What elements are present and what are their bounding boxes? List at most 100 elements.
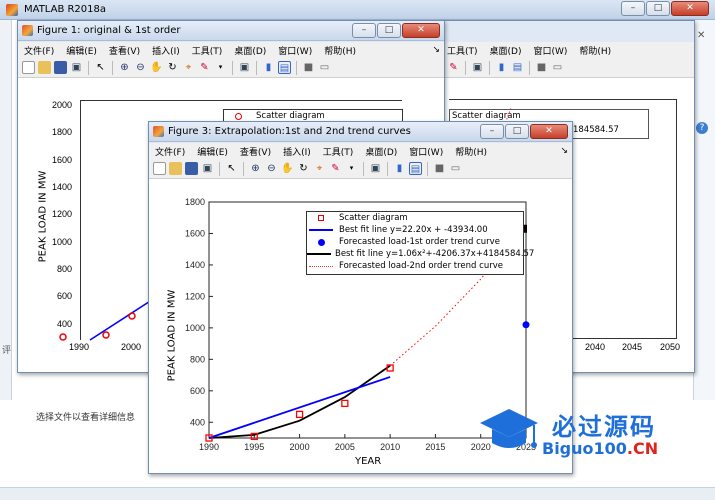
- fig3-y-tick-label: 1400: [185, 260, 205, 270]
- fig3-x-tick-label: 2015: [425, 442, 445, 452]
- fig2-brush-icon[interactable]: ✎: [447, 61, 460, 74]
- fig2-legend-icon[interactable]: ▤: [511, 61, 524, 74]
- fig3-legend-row-scatter: Scatter diagram: [307, 212, 523, 224]
- legend-icon[interactable]: ▤: [278, 61, 291, 74]
- red-dotted-line-icon: [307, 265, 335, 267]
- fig2-menu-tools[interactable]: 工具(T): [441, 44, 484, 57]
- watermark-en: Biguo100.CN: [542, 439, 658, 458]
- fig2-dock-icon[interactable]: ▭: [551, 61, 564, 74]
- zoom-in-icon[interactable]: ⊕: [118, 61, 131, 74]
- fig3-forecast-1st-order-point: [522, 321, 530, 329]
- fig1-toolbar-separator-5: [296, 60, 297, 75]
- main-right-strip: [693, 20, 715, 400]
- fig1-maximize-button[interactable]: □: [377, 23, 401, 38]
- status-text: 选择文件以查看详细信息: [36, 413, 136, 423]
- main-maximize-button[interactable]: □: [646, 1, 670, 16]
- fig1-menubar: 文件(F) 编辑(E) 查看(V) 插入(I) 工具(T) 桌面(D) 窗口(W…: [18, 42, 444, 58]
- fig3-first-order-fit-line: [208, 376, 391, 439]
- fig3-legend-label: Best fit line y=1.06x²+-4206.37x+4184584…: [335, 249, 535, 259]
- pointer-icon[interactable]: ↖: [94, 61, 107, 74]
- main-close-button[interactable]: ✕: [671, 1, 709, 16]
- figure-icon: [22, 25, 33, 36]
- fig3-second-order-fit-line: [208, 364, 391, 439]
- fig3-legend-label: Best fit line y=22.20x + -43934.00: [339, 225, 488, 235]
- fig2-toolbar: ✎ ▣ ▮ ▤ ■ ▭: [441, 58, 694, 78]
- fig1-menu-file[interactable]: 文件(F): [18, 44, 60, 57]
- fig2-menu-window[interactable]: 窗口(W): [527, 44, 573, 57]
- data-cursor-icon[interactable]: ⌖: [182, 61, 195, 74]
- hide-tools-icon[interactable]: ■: [302, 61, 315, 74]
- watermark-en-main: Biguo100: [542, 439, 627, 458]
- fig3-x-tick-label: 1995: [244, 442, 264, 452]
- brush-dropdown-icon[interactable]: ▾: [214, 61, 227, 74]
- print-icon[interactable]: ▣: [70, 61, 83, 74]
- main-window-buttons: – □ ✕: [621, 1, 709, 16]
- zoom-out-icon[interactable]: ⊖: [134, 61, 147, 74]
- matlab-logo-icon: [6, 3, 18, 16]
- fig2-menu-help[interactable]: 帮助(H): [573, 44, 617, 57]
- main-right-close-icon[interactable]: ✕: [697, 30, 705, 41]
- fig1-toolbar: ▣ ↖ ⊕ ⊖ ✋ ↻ ⌖ ✎ ▾ ▣ ▮ ▤ ■ ▭: [18, 58, 444, 78]
- fig2-menu-desktop[interactable]: 桌面(D): [484, 44, 528, 57]
- watermark: 必过源码 Biguo100.CN: [478, 405, 710, 467]
- fig1-title: Figure 1: original & 1st order: [37, 25, 181, 36]
- main-titlebar: MATLAB R2018a: [0, 0, 715, 20]
- fig3-legend-label: Scatter diagram: [339, 213, 408, 223]
- fig3-y-tick-label: 1800: [185, 197, 205, 207]
- fig1-window-buttons: – □ ✕: [352, 23, 440, 38]
- fig3-legend-row-first-order: Best fit line y=22.20x + -43934.00: [307, 224, 523, 236]
- open-file-icon[interactable]: [38, 61, 51, 74]
- fig3-x-tick-label: 1990: [199, 442, 219, 452]
- fig3-x-tick-label: 2000: [290, 442, 310, 452]
- main-left-label-1: 评: [2, 346, 12, 356]
- black-line-icon: [307, 253, 331, 255]
- fig3-y-tick-label: 400: [190, 417, 205, 427]
- fig1-dock-arrow-icon[interactable]: ↘: [426, 45, 444, 55]
- fig1-menu-tools[interactable]: 工具(T): [186, 44, 229, 57]
- brush-icon[interactable]: ✎: [198, 61, 211, 74]
- fig1-menu-help[interactable]: 帮助(H): [318, 44, 362, 57]
- fig1-menu-insert[interactable]: 插入(I): [146, 44, 186, 57]
- fig1-toolbar-separator-4: [256, 60, 257, 75]
- main-window-title: MATLAB R2018a: [24, 4, 107, 15]
- fig2-colorbar-icon[interactable]: ▮: [495, 61, 508, 74]
- fig3-x-tick-label: 2010: [380, 442, 400, 452]
- fig1-toolbar-separator: [88, 60, 89, 75]
- main-bottom-bar: [0, 487, 715, 500]
- fig2-toolbar-separator-2: [489, 60, 490, 75]
- link-plot-icon[interactable]: ▣: [238, 61, 251, 74]
- fig1-menu-edit[interactable]: 编辑(E): [60, 44, 103, 57]
- fig3-y-tick-label: 1000: [185, 323, 205, 333]
- fig3-scatter-point: [341, 399, 349, 408]
- fig1-toolbar-separator-2: [112, 60, 113, 75]
- fig3-scatter-point: [295, 410, 304, 419]
- colorbar-icon[interactable]: ▮: [262, 61, 275, 74]
- fig1-menu-view[interactable]: 查看(V): [103, 44, 146, 57]
- watermark-cn: 必过源码: [552, 413, 656, 441]
- square-marker-icon: [307, 215, 335, 221]
- fig1-menu-desktop[interactable]: 桌面(D): [228, 44, 272, 57]
- fig3-y-tick-label: 800: [190, 354, 205, 364]
- fig1-menu-window[interactable]: 窗口(W): [272, 44, 318, 57]
- fig2-hide-tools-icon[interactable]: ■: [535, 61, 548, 74]
- rotate-icon[interactable]: ↻: [166, 61, 179, 74]
- fig2-toolbar-separator: [465, 60, 466, 75]
- dock-icon[interactable]: ▭: [318, 61, 331, 74]
- new-figure-icon[interactable]: [22, 61, 35, 74]
- fig3-x-tick-label: 2005: [335, 442, 355, 452]
- save-icon[interactable]: [54, 61, 67, 74]
- graduation-cap-icon: [480, 409, 538, 448]
- fig2-toolbar-separator-3: [529, 60, 530, 75]
- fig2-print-icon[interactable]: ▣: [471, 61, 484, 74]
- fig3-y-tick-label: 600: [190, 386, 205, 396]
- fig3-legend-row-forecast2: Forecasted load-2nd order trend curve: [307, 260, 523, 272]
- watermark-en-suffix: .CN: [626, 439, 659, 458]
- main-right-help-icon[interactable]: ?: [696, 122, 708, 134]
- pan-icon[interactable]: ✋: [150, 61, 163, 74]
- blue-line-icon: [307, 229, 335, 231]
- fig3-legend-label: Forecasted load-1st order trend curve: [339, 237, 500, 247]
- fig1-minimize-button[interactable]: –: [352, 23, 376, 38]
- fig3-y-tick-label: 1200: [185, 291, 205, 301]
- main-minimize-button[interactable]: –: [621, 1, 645, 16]
- fig1-close-button[interactable]: ✕: [402, 23, 440, 38]
